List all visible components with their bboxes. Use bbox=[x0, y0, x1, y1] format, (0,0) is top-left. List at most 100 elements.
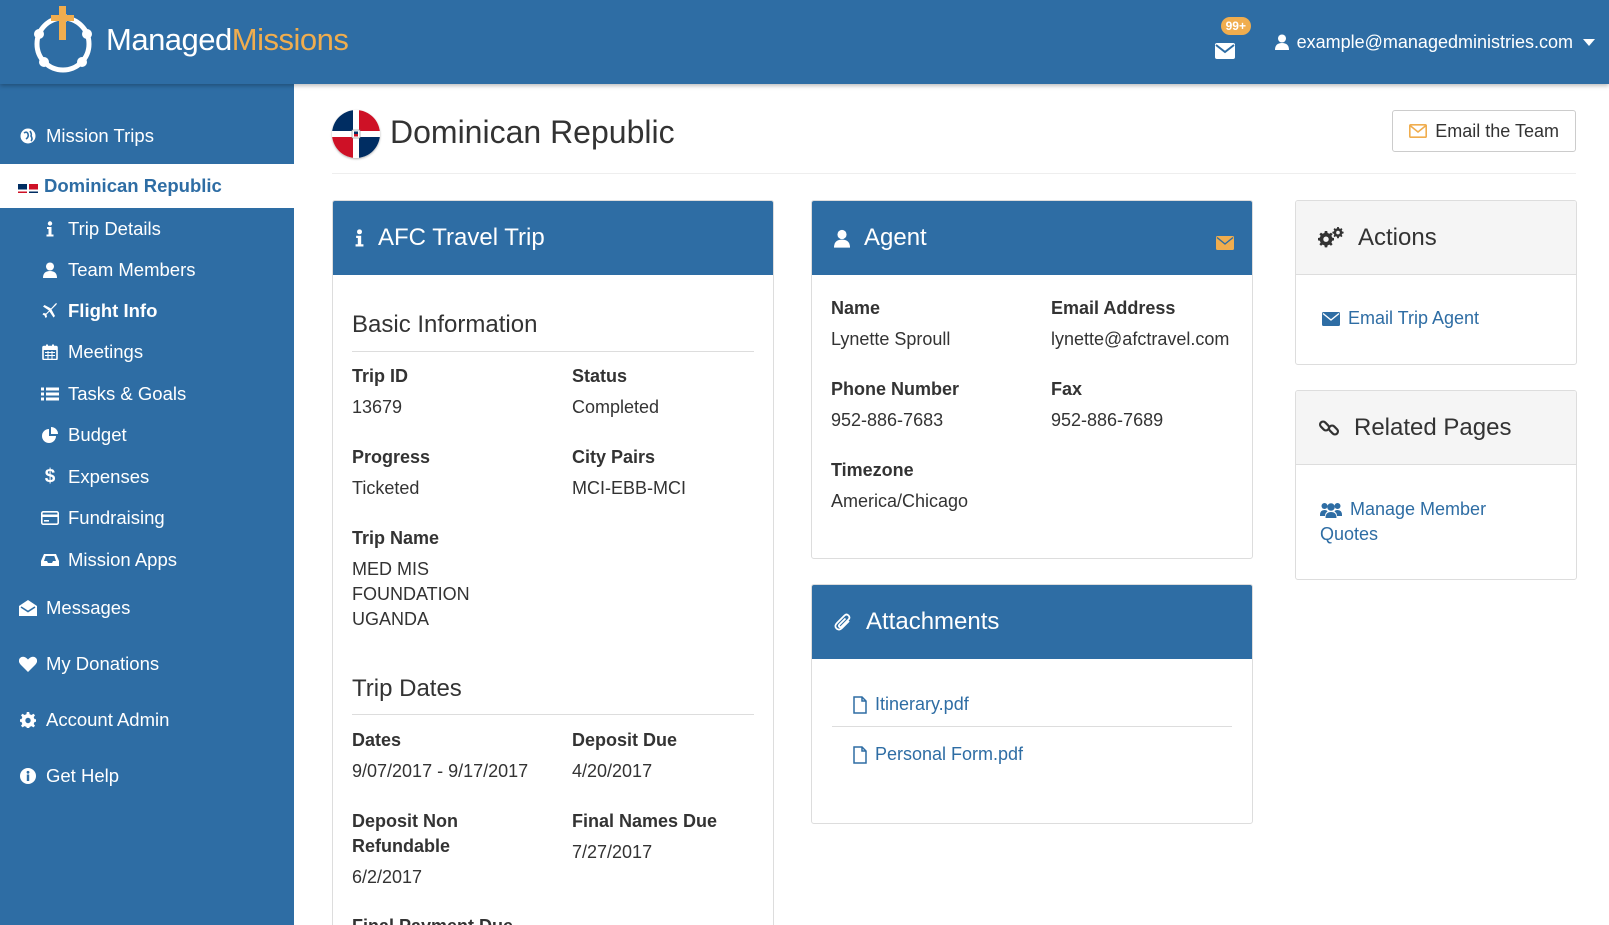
pie-chart-icon bbox=[40, 427, 60, 443]
manage-member-quotes-link[interactable]: Manage Member bbox=[1320, 497, 1486, 522]
attachment-divider bbox=[832, 726, 1232, 727]
user-menu[interactable]: example@managedministries.com bbox=[1274, 32, 1595, 53]
attachment-link-personal-form[interactable]: Personal Form.pdf bbox=[853, 742, 1023, 767]
sidebar-item-account-admin[interactable]: Account Admin bbox=[0, 708, 294, 732]
sidebar-item-label: Mission Trips bbox=[46, 125, 154, 146]
trip-name-label: Trip Name bbox=[352, 528, 440, 548]
email-trip-agent-label: Email Trip Agent bbox=[1348, 308, 1480, 328]
sidebar-item-label: Flight Info bbox=[68, 300, 158, 321]
user-icon bbox=[834, 229, 850, 248]
sidebar-item-mission-trips[interactable]: Mission Trips bbox=[0, 124, 294, 148]
related-pages-panel-title: Related Pages bbox=[1354, 413, 1512, 441]
trip-id-value: 13679 bbox=[352, 397, 403, 417]
sidebar-item-label: Expenses bbox=[68, 466, 150, 487]
agent-fax-label: Fax bbox=[1051, 379, 1083, 399]
trip-name-line2: FOUNDATION bbox=[352, 584, 470, 604]
city-pairs-label: City Pairs bbox=[572, 447, 656, 467]
status-label: Status bbox=[572, 366, 628, 386]
users-icon bbox=[1320, 502, 1342, 518]
email-trip-agent-link[interactable]: Email Trip Agent bbox=[1322, 306, 1479, 331]
sidebar-item-trip-details[interactable]: Trip Details bbox=[0, 217, 294, 241]
sidebar-item-mission-apps[interactable]: Mission Apps bbox=[0, 548, 294, 572]
agent-phone-label: Phone Number bbox=[831, 379, 960, 399]
attachment-link-itinerary[interactable]: Itinerary.pdf bbox=[853, 692, 969, 717]
trip-id-label: Trip ID bbox=[352, 366, 409, 386]
agent-timezone-label: Timezone bbox=[831, 460, 914, 480]
credit-card-icon bbox=[40, 511, 60, 525]
related-pages-panel-header: Related Pages bbox=[1296, 391, 1576, 465]
paperclip-icon bbox=[834, 612, 852, 632]
agent-name-value: Lynette Sproull bbox=[831, 329, 951, 349]
sidebar-item-team-members[interactable]: Team Members bbox=[0, 258, 294, 282]
basic-info-title: Basic Information bbox=[352, 311, 538, 338]
file-icon bbox=[853, 745, 867, 764]
envelope-icon bbox=[1322, 311, 1340, 326]
final-payment-label: Final Payment Due bbox=[352, 914, 513, 925]
agent-panel: Agent Name Lynette Sproull Email Address… bbox=[811, 200, 1253, 559]
sidebar-item-meetings[interactable]: Meetings bbox=[0, 340, 294, 364]
sidebar-item-messages[interactable]: Messages bbox=[0, 596, 294, 620]
agent-email-value: lynette@afctravel.com bbox=[1051, 329, 1230, 349]
attachments-panel: Attachments Itinerary.pdf Personal Form.… bbox=[811, 584, 1253, 824]
status-value: Completed bbox=[572, 397, 660, 417]
sidebar-item-get-help[interactable]: Get Help bbox=[0, 764, 294, 788]
page-title: Dominican Republic bbox=[390, 114, 675, 150]
section-divider bbox=[352, 351, 754, 352]
trip-name-line1: MED MIS bbox=[352, 559, 430, 579]
brand-name-part1: Managed bbox=[106, 22, 232, 57]
sidebar-item-tasks-goals[interactable]: Tasks & Goals bbox=[0, 382, 294, 406]
trip-panel: AFC Travel Trip Basic Information Trip I… bbox=[332, 200, 774, 925]
sidebar-item-label: Budget bbox=[68, 424, 127, 445]
sidebar-item-fundraising[interactable]: Fundraising bbox=[0, 506, 294, 530]
gears-icon bbox=[1318, 226, 1344, 249]
calendar-icon bbox=[40, 344, 60, 360]
related-pages-panel: Related Pages Manage Member Quotes bbox=[1295, 390, 1577, 580]
sidebar-item-label: Meetings bbox=[68, 341, 144, 362]
sidebar-item-my-donations[interactable]: My Donations bbox=[0, 652, 294, 676]
sidebar: Mission Trips Dominican Republic Trip De… bbox=[0, 84, 294, 925]
sidebar-item-label: My Donations bbox=[46, 653, 160, 674]
actions-panel-header: Actions bbox=[1296, 201, 1576, 275]
attachment-filename: Personal Form.pdf bbox=[875, 744, 1024, 764]
manage-member-quotes-line1: Manage Member bbox=[1350, 499, 1487, 519]
dollar-icon: $ bbox=[44, 466, 56, 487]
attachments-panel-header: Attachments bbox=[812, 585, 1252, 659]
email-team-button[interactable]: Email the Team bbox=[1392, 110, 1576, 152]
sidebar-item-label: Dominican Republic bbox=[44, 175, 222, 196]
email-team-label: Email the Team bbox=[1435, 120, 1559, 141]
manage-member-quotes-link-continued[interactable]: Quotes bbox=[1320, 522, 1378, 547]
sidebar-item-flight-info[interactable]: Flight Info bbox=[0, 299, 294, 323]
notifications-button[interactable]: 99+ bbox=[1214, 17, 1251, 59]
file-icon bbox=[853, 695, 867, 714]
sidebar-item-dominican-republic[interactable]: Dominican Republic bbox=[0, 164, 294, 208]
sidebar-item-label: Trip Details bbox=[68, 218, 161, 239]
link-icon bbox=[1318, 417, 1340, 439]
list-icon bbox=[40, 387, 60, 401]
brand-name-part2: Missions bbox=[231, 22, 349, 57]
brand-name: ManagedMissions bbox=[106, 22, 349, 58]
globe-icon bbox=[18, 128, 38, 144]
envelope-icon[interactable] bbox=[1216, 229, 1234, 257]
trip-panel-header: AFC Travel Trip bbox=[333, 201, 773, 275]
dominican-flag-icon bbox=[332, 110, 380, 158]
dates-label: Dates bbox=[352, 730, 402, 750]
deposit-nonref-label-line1: Deposit Non bbox=[352, 811, 458, 831]
progress-label: Progress bbox=[352, 447, 431, 467]
brand-logo[interactable]: ManagedMissions bbox=[30, 4, 349, 76]
attachments-panel-title: Attachments bbox=[866, 608, 1000, 635]
sidebar-item-budget[interactable]: Budget bbox=[0, 423, 294, 447]
user-icon bbox=[40, 262, 60, 278]
info-icon bbox=[40, 221, 60, 237]
agent-timezone-value: America/Chicago bbox=[831, 491, 969, 511]
agent-fax-value: 952-886-7689 bbox=[1051, 410, 1164, 430]
deposit-nonref-label-line2: Refundable bbox=[352, 836, 451, 856]
info-icon bbox=[355, 229, 364, 247]
attachment-filename: Itinerary.pdf bbox=[875, 694, 969, 714]
sidebar-item-label: Fundraising bbox=[68, 507, 165, 528]
agent-name-label: Name bbox=[831, 298, 881, 318]
manage-member-quotes-line2: Quotes bbox=[1320, 524, 1379, 544]
agent-phone-value: 952-886-7683 bbox=[831, 410, 944, 430]
deposit-nonref-value: 6/2/2017 bbox=[352, 867, 423, 887]
flag-icon bbox=[18, 180, 38, 193]
sidebar-item-expenses[interactable]: $ Expenses bbox=[0, 465, 294, 489]
